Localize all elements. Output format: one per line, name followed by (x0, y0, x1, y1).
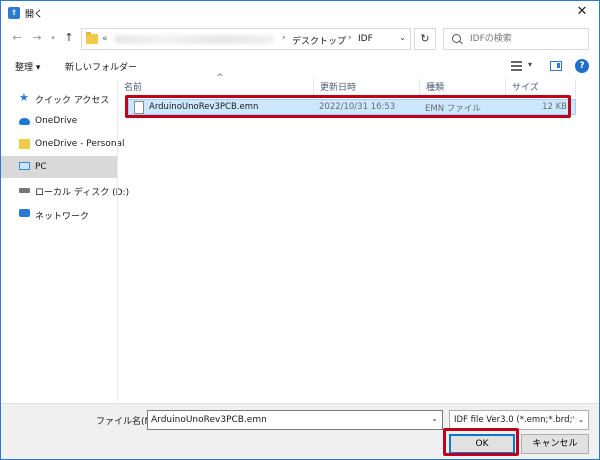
navigation-pane: ★ クイック アクセス OneDrive OneDrive - Personal… (1, 79, 129, 401)
up-button[interactable]: ↑ (61, 30, 77, 46)
breadcrumb-separator[interactable]: › (282, 33, 286, 43)
nav-item-label: ネットワーク (35, 212, 90, 222)
recent-locations-dropdown[interactable]: ▾ (45, 30, 61, 46)
breadcrumb-separator[interactable]: › (348, 33, 352, 43)
preview-pane-icon[interactable] (550, 61, 562, 71)
nav-item-pc[interactable]: PC (1, 156, 117, 178)
organize-button[interactable]: 整理 ▾ (15, 60, 40, 73)
open-file-dialog: ⇪ 開く ✕ ← → ▾ ↑ « › デスクトップ › ⌄ IDF ↻ 整理 ▾… (0, 0, 600, 460)
breadcrumb-idf[interactable]: IDF (358, 34, 373, 44)
address-overflow-chevron[interactable]: « (102, 34, 108, 44)
column-header-type[interactable]: 種類 (420, 79, 506, 97)
nav-item-label: OneDrive (35, 116, 78, 126)
cancel-button[interactable]: キャンセル (521, 434, 589, 454)
nav-item-local-disk-d[interactable]: ローカル ディスク (D:) (1, 179, 129, 201)
cloud-icon (19, 118, 30, 125)
column-header-name[interactable]: 名前 (118, 79, 314, 97)
forward-button[interactable]: → (29, 30, 45, 46)
dialog-title: 開く (25, 10, 44, 20)
nav-item-onedrive[interactable]: OneDrive (1, 110, 117, 132)
navigation-bar: ← → ▾ ↑ « › デスクトップ › ⌄ IDF ↻ (1, 25, 599, 53)
search-input[interactable] (470, 32, 586, 46)
open-dialog-icon: ⇪ (8, 7, 20, 19)
nav-item-label: OneDrive - Personal (35, 139, 125, 149)
star-icon: ★ (19, 91, 29, 104)
address-path-redacted (114, 35, 274, 44)
file-list: ^ 名前 更新日時 種類 サイズ ArduinoUnoRev3PCB.emn 2… (117, 73, 587, 401)
drive-icon (19, 188, 30, 193)
file-name: ArduinoUnoRev3PCB.emn (149, 102, 259, 112)
back-button[interactable]: ← (9, 30, 25, 46)
address-bar[interactable]: « › デスクトップ › ⌄ IDF (81, 28, 411, 50)
chevron-down-icon[interactable]: ⌄ (574, 411, 588, 429)
filename-value: ArduinoUnoRev3PCB.emn (151, 415, 267, 425)
folder-icon (86, 32, 98, 44)
address-dropdown-icon[interactable]: ⌄ (399, 33, 406, 42)
file-type-filter-select[interactable]: IDF file Ver3.0 (*.emn;*.brd;*.bdf ⌄ (449, 410, 589, 430)
new-folder-button[interactable]: 新しいフォルダー (65, 60, 137, 73)
breadcrumb-desktop[interactable]: デスクトップ (292, 34, 346, 47)
cloud-folder-icon (19, 139, 30, 149)
search-icon (452, 34, 461, 43)
close-button[interactable]: ✕ (565, 1, 599, 25)
view-options-icon[interactable] (511, 61, 522, 71)
file-type: EMN ファイル (425, 104, 481, 114)
nav-item-label: PC (35, 162, 47, 172)
nav-item-network[interactable]: ネットワーク (1, 203, 117, 225)
search-box[interactable] (443, 28, 589, 50)
title-bar: ⇪ 開く ✕ (1, 1, 599, 25)
column-header-date-modified[interactable]: 更新日時 (314, 79, 420, 97)
nav-item-onedrive-personal[interactable]: OneDrive - Personal (1, 133, 125, 155)
column-header-size[interactable]: サイズ (506, 79, 576, 97)
nav-item-quick-access[interactable]: ★ クイック アクセス (1, 87, 117, 109)
command-toolbar: 整理 ▾ 新しいフォルダー ▾ ? (1, 55, 599, 77)
file-size: 12 KB (542, 102, 567, 112)
filename-input[interactable]: ArduinoUnoRev3PCB.emn ⌄ (147, 410, 443, 430)
file-icon (134, 101, 144, 114)
bottom-panel: ファイル名(N): ArduinoUnoRev3PCB.emn ⌄ IDF fi… (1, 403, 599, 459)
nav-item-label: ローカル ディスク (D:) (35, 188, 130, 198)
chevron-down-icon[interactable]: ⌄ (431, 414, 438, 423)
view-options-dropdown[interactable]: ▾ (528, 60, 532, 69)
file-date-modified: 2022/10/31 16:53 (319, 102, 396, 112)
file-row[interactable]: ArduinoUnoRev3PCB.emn 2022/10/31 16:53 E… (128, 99, 576, 115)
file-type-filter-value: IDF file Ver3.0 (*.emn;*.brd;*.bdf (454, 415, 589, 425)
help-icon[interactable]: ? (575, 59, 589, 73)
nav-item-label: クイック アクセス (35, 96, 110, 106)
refresh-button[interactable]: ↻ (414, 28, 436, 50)
right-gutter (587, 79, 599, 401)
ok-button[interactable]: OK (449, 434, 515, 454)
network-icon (19, 209, 30, 217)
pc-icon (19, 162, 30, 170)
